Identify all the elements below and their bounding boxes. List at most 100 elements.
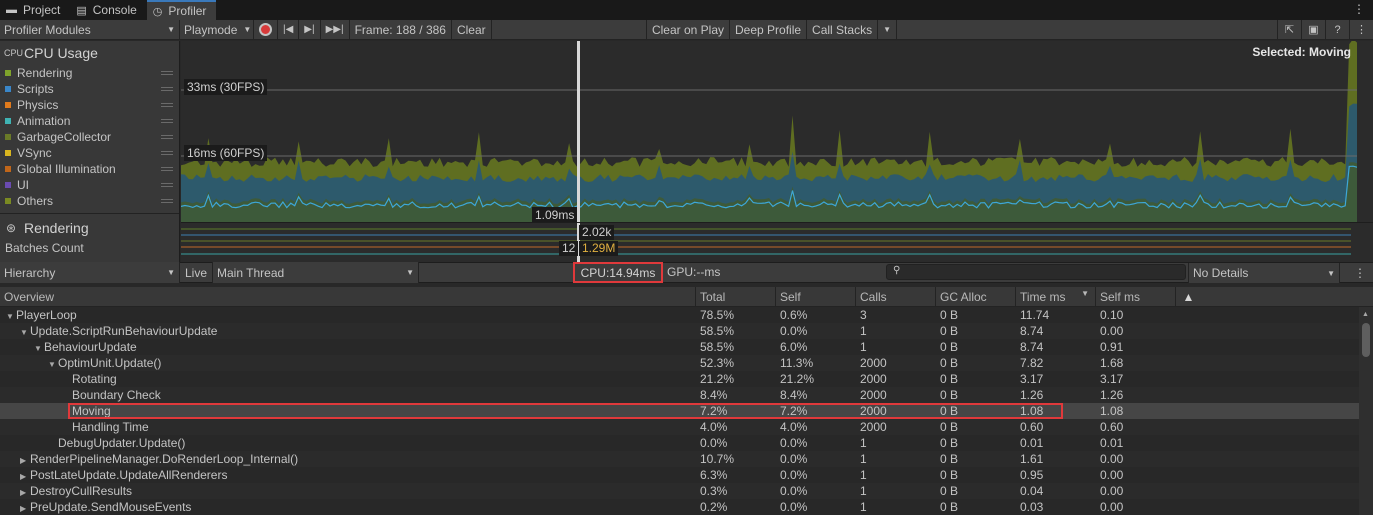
column-time-ms[interactable]: Time ms ▼: [1015, 287, 1095, 307]
table-row[interactable]: ▼ BehaviourUpdate 58.5% 6.0% 1 0 B 8.74 0.91: [0, 339, 1359, 355]
cpu-usage-module[interactable]: CPU CPU Usage: [0, 41, 179, 65]
table-row[interactable]: ▶ PreUpdate.SendMouseEvents 0.2% 0.0% 1 0 B 0.…: [0, 499, 1359, 515]
clear-button[interactable]: Clear: [452, 20, 492, 39]
table-row[interactable]: Moving 7.2% 7.2% 2000 0 B 1.08 1.08: [0, 403, 1359, 419]
rendering-chart[interactable]: 2.02k 12 1.29M: [181, 222, 1373, 262]
drag-handle-icon[interactable]: [161, 135, 173, 139]
column-warnings[interactable]: ▲: [1175, 287, 1201, 307]
cpu-legend-item[interactable]: Others: [0, 193, 179, 209]
cpu-legend-item[interactable]: UI: [0, 177, 179, 193]
row-name: DebugUpdater.Update(): [58, 436, 186, 450]
table-row[interactable]: ▶ PostLateUpdate.UpdateAllRenderers 6.3% 0.…: [0, 467, 1359, 483]
search-input[interactable]: ⚲: [886, 264, 1186, 280]
row-self-ms: 0.00: [1100, 324, 1124, 338]
thread-dropdown[interactable]: Main Thread ▼: [213, 262, 420, 283]
drag-handle-icon[interactable]: [161, 87, 173, 91]
row-name-cell: ▶ DestroyCullResults: [20, 483, 132, 499]
table-row[interactable]: Boundary Check 8.4% 8.4% 2000 0 B 1.26 1.26: [0, 387, 1359, 403]
legend-label: UI: [17, 178, 29, 192]
drag-handle-icon[interactable]: [161, 151, 173, 155]
table-row[interactable]: DebugUpdater.Update() 0.0% 0.0% 1 0 B 0.01 0.0…: [0, 435, 1359, 451]
row-name: DestroyCullResults: [30, 484, 133, 498]
expand-arrow-icon[interactable]: ▶: [20, 501, 30, 515]
profiler-modules-dropdown[interactable]: Profiler Modules ▼: [0, 20, 180, 39]
column-calls[interactable]: Calls: [855, 287, 935, 307]
table-scrollbar[interactable]: ▲: [1359, 307, 1373, 515]
details-dropdown[interactable]: No Details ▼: [1188, 263, 1340, 283]
window-menu-icon[interactable]: ⋮: [1353, 2, 1365, 16]
target-dropdown[interactable]: Playmode ▼: [180, 20, 254, 39]
row-total: 10.7%: [700, 452, 735, 466]
row-time-ms: 0.04: [1020, 484, 1044, 498]
legend-label: Scripts: [17, 82, 54, 96]
column-self[interactable]: Self: [775, 287, 855, 307]
frame-cursor[interactable]: [577, 41, 580, 222]
column-self-ms[interactable]: Self ms: [1095, 287, 1175, 307]
row-calls: 2000: [860, 356, 887, 370]
drag-handle-icon[interactable]: [161, 167, 173, 171]
row-name-cell: ▶ PreUpdate.SendMouseEvents: [20, 499, 191, 515]
table-row[interactable]: Handling Time 4.0% 4.0% 2000 0 B 0.60 0.60: [0, 419, 1359, 435]
more-icon[interactable]: ⋮: [1354, 266, 1366, 280]
table-row[interactable]: ▶ RenderPipelineManager.DoRenderLoop_Inte…: [0, 451, 1359, 467]
row-calls: 2000: [860, 372, 887, 386]
row-gc-alloc: 0 B: [940, 308, 959, 322]
view-type-dropdown[interactable]: Hierarchy ▼: [0, 262, 180, 283]
scrollbar-thumb[interactable]: [1362, 323, 1370, 357]
cpu-legend-item[interactable]: Global Illumination: [0, 161, 179, 177]
call-stacks-dropdown[interactable]: ▼: [878, 20, 897, 39]
column-gc-alloc[interactable]: GC Alloc: [935, 287, 1015, 307]
row-time-ms: 11.74: [1020, 308, 1050, 322]
column-overview[interactable]: Overview: [0, 287, 694, 307]
live-toggle[interactable]: Live: [180, 262, 214, 283]
call-stacks-button[interactable]: Call Stacks: [807, 20, 879, 39]
cpu-legend-item[interactable]: Physics: [0, 97, 179, 113]
table-row[interactable]: ▼ Update.ScriptRunBehaviourUpdate 58.5% 0.0…: [0, 323, 1359, 339]
table-row[interactable]: ▼ PlayerLoop 78.5% 0.6% 3 0 B 11.74 0.10: [0, 307, 1359, 323]
row-gc-alloc: 0 B: [940, 324, 959, 338]
drag-handle-icon[interactable]: [161, 119, 173, 123]
deep-profile-button[interactable]: Deep Profile: [730, 20, 808, 39]
cpu-legend-item[interactable]: GarbageCollector: [0, 129, 179, 145]
row-self: 21.2%: [780, 372, 815, 386]
row-calls: 2000: [860, 420, 887, 434]
load-button[interactable]: ⇱: [1277, 20, 1301, 39]
row-self: 8.4%: [780, 388, 808, 402]
cpu-usage-chart[interactable]: 33ms (30FPS) 16ms (60FPS) Selected: Movi…: [181, 41, 1357, 222]
table-row[interactable]: ▼ OptimUnit.Update() 52.3% 11.3% 2000 0 B 7.82…: [0, 355, 1359, 371]
tab-profiler[interactable]: ◷ Profiler: [146, 0, 217, 20]
table-row[interactable]: ▶ DestroyCullResults 0.3% 0.0% 1 0 B 0.04 0.00: [0, 483, 1359, 499]
first-frame-button[interactable]: |◀: [278, 20, 300, 39]
drag-handle-icon[interactable]: [161, 103, 173, 107]
drag-handle-icon[interactable]: [161, 71, 173, 75]
scroll-up-icon[interactable]: ▲: [1362, 311, 1369, 318]
row-name-cell: ▼ BehaviourUpdate: [34, 339, 137, 355]
more-button[interactable]: ⋮: [1349, 20, 1373, 39]
help-button[interactable]: ?: [1325, 20, 1349, 39]
next-frame-button[interactable]: ▶|: [299, 20, 321, 39]
chart-scrollbar[interactable]: [1357, 41, 1373, 222]
tab-console[interactable]: ▤ Console: [70, 0, 146, 20]
cpu-legend-item[interactable]: Animation: [0, 113, 179, 129]
row-name-cell: ▼ Update.ScriptRunBehaviourUpdate: [20, 323, 217, 339]
clear-on-play-button[interactable]: Clear on Play: [645, 20, 730, 39]
rendering-module[interactable]: ⊛ Rendering: [0, 216, 179, 240]
drag-handle-icon[interactable]: [161, 199, 173, 203]
row-time-ms: 0.01: [1020, 436, 1044, 450]
batches-count-item[interactable]: Batches Count: [0, 240, 179, 256]
table-row[interactable]: Rotating 21.2% 21.2% 2000 0 B 3.17 3.17: [0, 371, 1359, 387]
save-button[interactable]: ▣: [1301, 20, 1325, 39]
row-name-cell: ▶ PostLateUpdate.UpdateAllRenderers: [20, 467, 227, 483]
cpu-legend-item[interactable]: Scripts: [0, 81, 179, 97]
profiler-modules-panel: CPU CPU Usage Rendering Scripts Physics Ani…: [0, 41, 180, 262]
last-frame-button[interactable]: ▶▶|: [321, 20, 350, 39]
column-total[interactable]: Total: [695, 287, 775, 307]
cpu-legend-item[interactable]: Rendering: [0, 65, 179, 81]
cpu-legend-item[interactable]: VSync: [0, 145, 179, 161]
tab-profiler-label: Profiler: [168, 4, 207, 18]
tab-project[interactable]: ▬ Project: [0, 0, 70, 20]
record-button[interactable]: [254, 20, 278, 39]
drag-handle-icon[interactable]: [161, 183, 173, 187]
step-forward-icon: ▶|: [304, 24, 315, 35]
legend-swatch: [5, 118, 11, 124]
